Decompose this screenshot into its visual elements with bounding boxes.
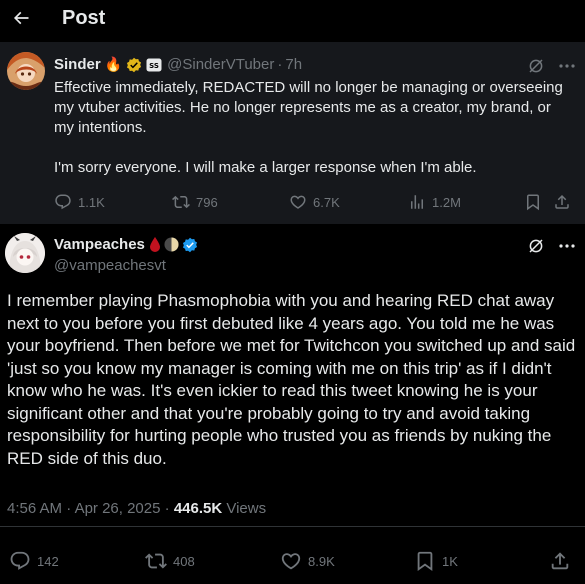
parent-author-name[interactable]: Sinder <box>54 56 101 73</box>
heart-icon <box>281 553 301 570</box>
moon-emoji-icon <box>164 237 179 252</box>
main-author-row: Vampeaches <box>54 236 198 253</box>
main-post-text: I remember playing Phasmophobia with you… <box>7 291 576 468</box>
sinder-avatar[interactable] <box>7 52 45 90</box>
parent-post-text: Effective immediately, REDACTED will no … <box>54 78 574 178</box>
reply-button[interactable]: 142 <box>9 550 59 572</box>
more-options-icon[interactable] <box>557 57 577 75</box>
back-button[interactable] <box>8 5 34 31</box>
parent-post-paragraph: I'm sorry everyone. I will make a larger… <box>54 159 477 176</box>
bookmark-icon[interactable] <box>524 193 542 211</box>
arrow-left-icon <box>13 11 29 25</box>
share-icon[interactable] <box>549 550 571 572</box>
grok-icon[interactable] <box>527 57 545 75</box>
main-post: Vampeaches @vampeachesvt I remember play… <box>0 224 585 584</box>
like-count: 6.7K <box>313 194 340 210</box>
parent-post-paragraph: Effective immediately, REDACTED will no … <box>54 79 563 136</box>
views-label: Views <box>226 500 267 517</box>
parent-timestamp[interactable]: 7h <box>285 56 302 73</box>
reply-button[interactable]: 1.1K <box>54 193 105 211</box>
svg-text:SS: SS <box>149 62 159 70</box>
parent-handle[interactable]: @SinderVTuber <box>167 56 274 73</box>
repost-count: 796 <box>196 194 218 210</box>
main-handle[interactable]: @vampeachesvt <box>54 257 166 274</box>
reply-count: 142 <box>37 553 59 569</box>
repost-icon <box>172 195 190 209</box>
reply-icon <box>55 194 71 210</box>
main-author-name[interactable]: Vampeaches <box>54 236 145 253</box>
like-count: 8.9K <box>308 553 335 569</box>
repost-button[interactable]: 796 <box>172 193 218 211</box>
analytics-icon <box>411 195 423 209</box>
vampeaches-avatar[interactable] <box>5 233 45 273</box>
page-title: Post <box>62 6 106 29</box>
like-button[interactable]: 8.9K <box>280 550 335 572</box>
repost-icon <box>145 553 167 569</box>
views-count: 1.2M <box>432 194 461 210</box>
dot-separator: · <box>164 500 170 517</box>
post-meta: 4:56 AM · Apr 26, 2025 · 446.5K Views <box>7 500 266 517</box>
views-total: 446.5K <box>173 500 223 517</box>
bookmark-button[interactable]: 1K <box>414 550 458 572</box>
reply-icon <box>10 551 30 570</box>
more-options-icon[interactable] <box>557 237 577 255</box>
dot-separator: · <box>277 56 283 73</box>
fire-emoji: 🔥 <box>104 56 123 72</box>
heart-icon <box>290 195 306 209</box>
share-icon[interactable] <box>553 193 571 211</box>
affiliate-badge-icon[interactable]: SS <box>146 57 162 73</box>
repost-button[interactable]: 408 <box>145 550 195 572</box>
bookmark-count: 1K <box>442 553 458 569</box>
blood-drop-emoji-icon <box>149 237 160 252</box>
views-button[interactable]: 1.2M <box>408 193 461 211</box>
verified-gold-badge-icon <box>126 57 142 73</box>
reply-count: 1.1K <box>78 194 105 210</box>
verified-blue-badge-icon <box>182 237 197 252</box>
post-time[interactable]: 4:56 AM <box>7 500 62 517</box>
bookmark-icon <box>417 551 433 572</box>
parent-post[interactable]: Sinder 🔥 SS @SinderVTuber · 7h Effective… <box>0 42 585 224</box>
grok-icon[interactable] <box>527 237 545 255</box>
divider <box>0 526 585 527</box>
top-bar: Post <box>0 0 585 36</box>
like-button[interactable]: 6.7K <box>289 193 340 211</box>
post-date[interactable]: Apr 26, 2025 <box>75 500 161 517</box>
parent-author-row: Sinder 🔥 SS @SinderVTuber · 7h <box>54 56 302 73</box>
dot-separator: · <box>66 500 72 517</box>
repost-count: 408 <box>173 553 195 569</box>
